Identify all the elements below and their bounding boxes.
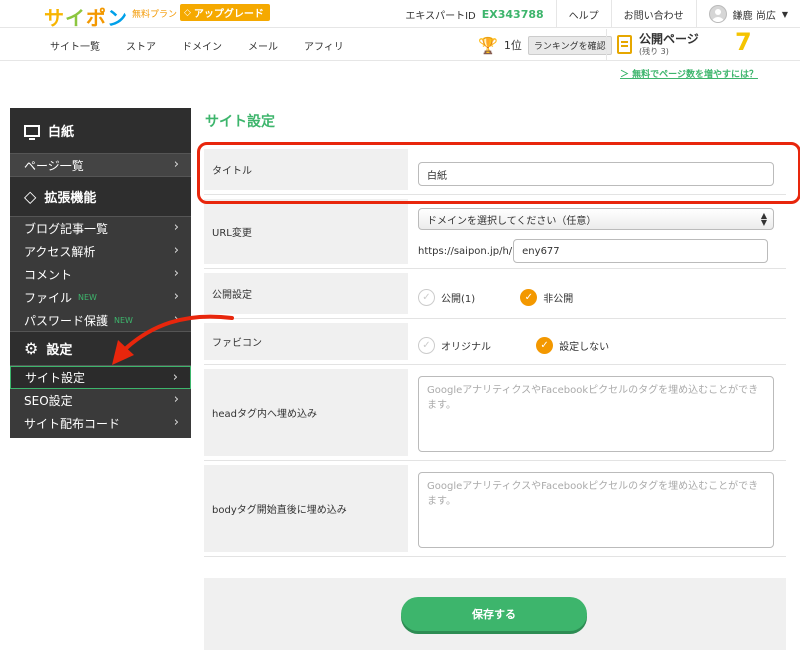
sidebar-item-comments[interactable]: コメント ›: [10, 263, 191, 286]
user-menu[interactable]: 鎌鹿 尚広 ▼: [695, 0, 800, 28]
favicon-label: ファビコン: [204, 323, 408, 360]
sidebar-item-analytics[interactable]: アクセス解析 ›: [10, 240, 191, 263]
saipon-logo[interactable]: サイポン: [44, 2, 128, 31]
sidebar-item-files[interactable]: ファイル NEW ›: [10, 286, 191, 309]
caret-down-icon: ▼: [781, 9, 788, 19]
sidebar-item-seo[interactable]: SEO設定 ›: [10, 389, 191, 412]
public-option[interactable]: ✓ 公開(1): [418, 289, 475, 306]
extensions-header: ◇ 拡張機能: [10, 177, 191, 217]
settings-form: タイトル 白紙 URL変更 ドメインを選択してください（任意） ▲ ▼ https…: [204, 145, 786, 557]
pages-remaining: (残り 3): [639, 47, 669, 56]
help-link[interactable]: ヘルプ: [555, 0, 611, 28]
favicon-original-option[interactable]: ✓ オリジナル: [418, 337, 491, 354]
chevron-right-icon: ›: [173, 289, 179, 304]
select-arrows-icon: ▲ ▼: [760, 211, 767, 227]
check-icon: ✓: [418, 337, 435, 354]
nav-domain[interactable]: ドメイン: [182, 38, 222, 53]
chevron-right-icon: ›: [173, 415, 179, 430]
top-bar: サイポン 無料プラン ◇ アップグレード エキスパートID EX343788 ヘ…: [0, 0, 800, 31]
body-embed-row: bodyタグ開始直後に埋め込み GoogleアナリティクスやFacebookピク…: [204, 461, 786, 557]
ranking-button[interactable]: ランキングを確認: [527, 35, 612, 55]
favicon-none-option[interactable]: ✓ 設定しない: [536, 337, 609, 354]
private-option[interactable]: ✓ 非公開: [520, 289, 573, 306]
chevron-right-icon: ›: [173, 392, 179, 407]
page-title: サイト設定: [205, 114, 275, 130]
sidebar-item-page-list[interactable]: ページ一覧 ›: [10, 154, 191, 177]
check-icon: ✓: [520, 289, 538, 306]
url-slug-input[interactable]: eny677: [513, 239, 769, 263]
sidebar: 白紙 ページ一覧 › ◇ 拡張機能 ブログ記事一覧 › アクセス解析 › コメント › …: [10, 108, 191, 438]
check-icon: ✓: [418, 289, 435, 306]
chevron-right-icon: ›: [173, 312, 179, 327]
gear-icon: ⚙: [24, 339, 39, 358]
expert-id: エキスパートID EX343788: [405, 7, 544, 22]
body-embed-label: bodyタグ開始直後に埋め込み: [204, 465, 408, 552]
public-pages-box: 公開ページ (残り 3) 7: [606, 28, 756, 61]
url-row: URL変更 ドメインを選択してください（任意） ▲ ▼ https://saipo…: [204, 195, 786, 269]
new-badge: NEW: [114, 315, 133, 325]
ranking: 🏆 1位 ランキングを確認: [478, 33, 612, 57]
settings-header: ⚙ 設定: [10, 332, 191, 366]
diamond-icon: ◇: [24, 187, 37, 206]
sidebar-item-distribution-code[interactable]: サイト配布コード ›: [10, 412, 191, 435]
site-name-header: 白紙: [10, 108, 191, 154]
contact-link[interactable]: お問い合わせ: [610, 0, 696, 28]
nav-mail[interactable]: メール: [248, 38, 278, 53]
plan-label: 無料プラン: [132, 10, 178, 20]
document-icon: [617, 35, 632, 54]
sidebar-item-password[interactable]: パスワード保護 NEW ›: [10, 309, 191, 332]
chevron-right-icon: ›: [173, 243, 179, 258]
monitor-icon: [24, 124, 40, 140]
save-button[interactable]: 保存する: [401, 597, 587, 631]
favicon-row: ファビコン ✓ オリジナル ✓ 設定しない: [204, 319, 786, 365]
upgrade-button[interactable]: ◇ アップグレード: [180, 4, 270, 21]
chevron-right-icon: ›: [173, 157, 179, 172]
nav-affiliate[interactable]: アフィリ: [304, 38, 344, 53]
trophy-icon: 🏆: [478, 35, 498, 55]
highlight-annotation: [197, 142, 800, 204]
url-prefix: https://saipon.jp/h/: [418, 245, 513, 257]
save-area: 保存する: [204, 578, 786, 650]
chevron-right-icon: ›: [173, 266, 179, 281]
check-icon: ✓: [536, 337, 554, 354]
url-label: URL変更: [204, 199, 408, 264]
gem-icon: ◇: [184, 7, 191, 18]
nav-site-list[interactable]: サイト一覧: [50, 38, 100, 53]
domain-select[interactable]: ドメインを選択してください（任意） ▲ ▼: [418, 208, 774, 230]
increase-pages-link[interactable]: ＞ 無料でページ数を増やすには？: [620, 67, 758, 80]
chevron-right-icon: ›: [173, 220, 179, 235]
public-pages-label: 公開ページ: [639, 32, 699, 46]
sidebar-item-blog-posts[interactable]: ブログ記事一覧 ›: [10, 217, 191, 240]
head-embed-textarea[interactable]: GoogleアナリティクスやFacebookピクセルのタグを埋め込むことができま…: [418, 376, 774, 452]
public-label: 公開設定: [204, 273, 408, 314]
public-pages-count: 7: [735, 28, 752, 56]
head-embed-row: headタグ内へ埋め込み GoogleアナリティクスやFacebookピクセルの…: [204, 365, 786, 461]
sidebar-item-site-settings[interactable]: サイト設定 ›: [10, 366, 191, 389]
public-row: 公開設定 ✓ 公開(1) ✓ 非公開: [204, 269, 786, 319]
rank-value: 1位: [503, 39, 522, 52]
chevron-right-icon: ›: [172, 370, 178, 385]
nav-store[interactable]: ストア: [126, 38, 156, 53]
new-badge: NEW: [78, 293, 97, 302]
head-embed-label: headタグ内へ埋め込み: [204, 369, 408, 456]
body-embed-textarea[interactable]: GoogleアナリティクスやFacebookピクセルのタグを埋め込むことができま…: [418, 472, 774, 548]
avatar: [708, 5, 727, 23]
